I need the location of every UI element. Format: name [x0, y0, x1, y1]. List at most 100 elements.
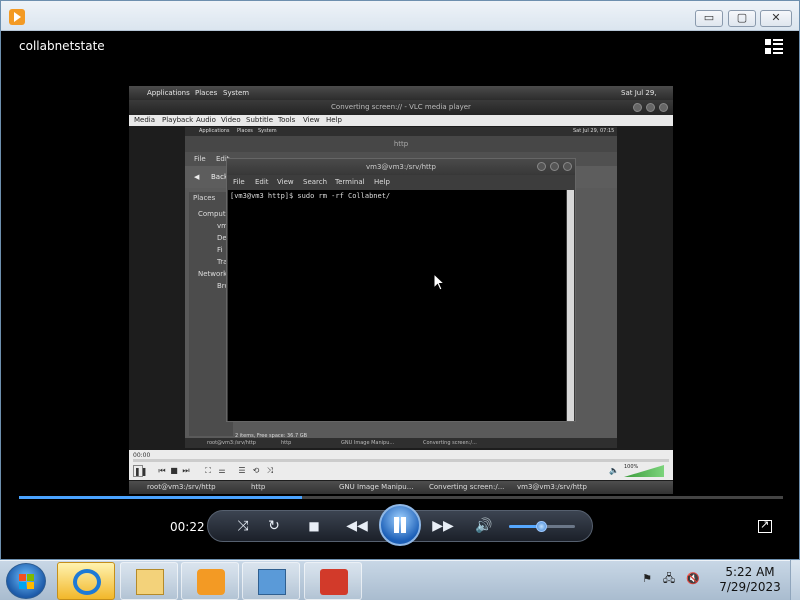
vlc-controls: 00:00 ❚❚ ⏮ ■ ⏭ ⛶ ⚌ ☰ ⟲ ⤨ 🔈 100% [129, 450, 673, 480]
volume-slider[interactable] [509, 521, 575, 532]
media-player-button[interactable] [181, 562, 239, 600]
sidebar-item: Comput [198, 210, 226, 218]
volume-muted-icon[interactable]: 🔇 [686, 572, 700, 586]
nested-places-menu: Places [237, 128, 253, 134]
terminal-menu-item: Edit [255, 178, 269, 186]
nested-top-panel: Applications Places System Sat Jul 29, 0… [185, 127, 617, 136]
nested-system-menu: System [258, 128, 277, 134]
inner-task-item: Converting screen:/... [429, 483, 505, 491]
seek-bar-fill [19, 496, 302, 499]
terminal-menu-item: View [277, 178, 294, 186]
vlc-window-title: Converting screen:// - VLC media player [331, 103, 471, 111]
terminal-maximize-icon [550, 162, 559, 171]
windows-logo-icon [19, 574, 35, 590]
sidebar-item: Fi [217, 246, 223, 254]
media-player-app-icon [9, 9, 25, 25]
toolbox-button[interactable] [304, 562, 362, 600]
fb-menu-item: File [194, 155, 206, 163]
vlc-menu-item: Tools [278, 116, 296, 124]
vlc-maximize-icon [646, 103, 655, 112]
control-panel-icon [258, 569, 286, 595]
inner-places-menu: Places [195, 89, 218, 97]
clock-time: 5:22 AM [725, 565, 775, 579]
vlc-time: 00:00 [133, 452, 151, 459]
clock-date: 7/29/2023 [719, 580, 781, 594]
vlc-menu-item: Media [134, 116, 156, 124]
inner-applications-menu: Applications [147, 89, 190, 97]
internet-explorer-icon [73, 569, 101, 595]
inner-top-panel: Applications Places System Sat Jul 29, 0… [129, 86, 673, 111]
switch-to-library-icon[interactable] [765, 39, 783, 55]
control-panel-button[interactable] [242, 562, 300, 600]
vlc-fullscreen-icon: ⛶ [205, 466, 211, 475]
action-center-flag-icon[interactable]: ⚑ [640, 572, 654, 586]
seek-bar[interactable] [19, 496, 783, 499]
terminal-minimize-icon [537, 162, 546, 171]
shuffle-icon[interactable]: ⤨ [233, 516, 253, 536]
video-frame[interactable]: Applications Places System Sat Jul 29, 0… [129, 86, 673, 494]
terminal-title: vm3@vm3:/srv/http [366, 163, 436, 171]
vlc-menu-item: View [303, 116, 320, 124]
vlc-close-icon [659, 103, 668, 112]
file-explorer-button[interactable] [120, 562, 178, 600]
media-title: collabnetstate [19, 39, 105, 53]
start-button[interactable] [6, 563, 46, 599]
nested-task-item: root@vm3:/srv/http [207, 440, 256, 446]
vlc-playlist-icon: ☰ [238, 466, 246, 475]
terminal-title-bar: vm3@vm3:/srv/http [227, 159, 575, 175]
nested-task-item: GNU Image Manipu... [341, 440, 395, 446]
inner-task-item: vm3@vm3:/srv/http [517, 483, 587, 491]
inner-task-item: GNU Image Manipu... [339, 483, 414, 491]
vlc-pause-icon: ❚❚ [133, 465, 148, 477]
vlc-minimize-icon [633, 103, 642, 112]
vlc-stop-icon: ■ [170, 466, 178, 475]
terminal-output: [vm3@vm3 http]$ sudo rm -rf Collabnet/ [228, 190, 566, 421]
vlc-menu-item: Help [326, 116, 342, 124]
vlc-next-icon: ⏭ [182, 466, 190, 475]
vlc-menu-item: Playback [162, 116, 194, 124]
nested-taskbar: root@vm3:/srv/http http GNU Image Manipu… [185, 438, 617, 448]
vlc-menu-bar: Media Playback Audio Video Subtitle Tool… [129, 115, 673, 126]
previous-icon[interactable]: ◀◀ [343, 516, 371, 536]
internet-explorer-button[interactable] [57, 562, 115, 600]
stop-icon[interactable]: ■ [305, 516, 323, 536]
terminal-menu-item: File [233, 178, 245, 186]
close-button[interactable]: ✕ [760, 10, 792, 27]
vlc-title-bar: Converting screen:// - VLC media player [129, 100, 673, 115]
taskbar-clock[interactable]: 5:22 AM 7/29/2023 [718, 565, 782, 595]
media-player-icon [197, 569, 225, 595]
folder-icon [136, 569, 164, 595]
maximize-button[interactable]: ▢ [728, 10, 756, 27]
inner-task-item: http [251, 483, 266, 491]
volume-slider-knob[interactable] [536, 521, 547, 532]
media-player-window: ▭ ▢ ✕ collabnetstate Applications Places… [0, 0, 800, 560]
volume-icon[interactable]: 🔊 [475, 516, 493, 536]
repeat-icon[interactable]: ↻ [264, 516, 284, 536]
inner-taskbar: root@vm3:/srv/http http GNU Image Manipu… [129, 481, 673, 494]
vlc-menu-item: Audio [196, 116, 216, 124]
vlc-seek-bar [133, 459, 669, 462]
nested-applications-menu: Applications [199, 128, 230, 134]
vlc-volume-icon: 🔈 [609, 466, 619, 475]
network-icon[interactable]: 🖧 [662, 572, 676, 586]
back-icon: ◀ [194, 173, 200, 181]
vlc-volume-percent: 100% [624, 464, 639, 470]
minimize-button[interactable]: ▭ [695, 10, 723, 27]
pause-button[interactable] [379, 504, 421, 546]
title-bar[interactable]: ▭ ▢ ✕ [1, 1, 799, 31]
sidebar-item: Network [198, 270, 228, 278]
elapsed-time: 00:22 [170, 520, 205, 534]
mouse-pointer-icon [433, 273, 445, 291]
next-icon[interactable]: ▶▶ [429, 516, 457, 536]
fullscreen-icon[interactable] [758, 518, 772, 533]
vlc-extended-icon: ⚌ [218, 466, 226, 475]
vlc-menu-item: Subtitle [246, 116, 274, 124]
system-tray: ⚑ 🖧 🔇 [640, 572, 710, 588]
terminal-menu-item: Terminal [335, 178, 365, 186]
terminal-close-icon [563, 162, 572, 171]
vlc-menu-item: Video [221, 116, 241, 124]
toolbox-icon [320, 569, 348, 595]
vlc-previous-icon: ⏮ [158, 466, 166, 475]
show-desktop-button[interactable] [790, 560, 800, 600]
inner-task-item: root@vm3:/srv/http [147, 483, 216, 491]
